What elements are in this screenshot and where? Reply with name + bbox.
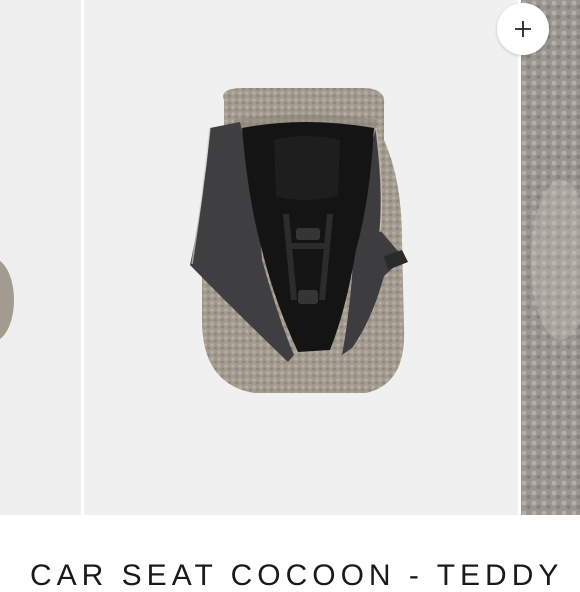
teddy-fabric-graphic: [521, 0, 580, 515]
previous-product-image-graphic: [0, 260, 14, 340]
plus-icon: [515, 21, 531, 37]
car-seat-cocoon-graphic: [190, 88, 408, 393]
product-image-carousel[interactable]: [0, 0, 580, 515]
zoom-button[interactable]: [497, 3, 549, 55]
teddy-fabric-closeup-image[interactable]: [521, 0, 580, 515]
product-title: CAR SEAT COCOON - TEDDY: [30, 559, 564, 592]
previous-product-image[interactable]: [0, 0, 81, 515]
car-seat-cocoon-image[interactable]: [84, 0, 518, 515]
